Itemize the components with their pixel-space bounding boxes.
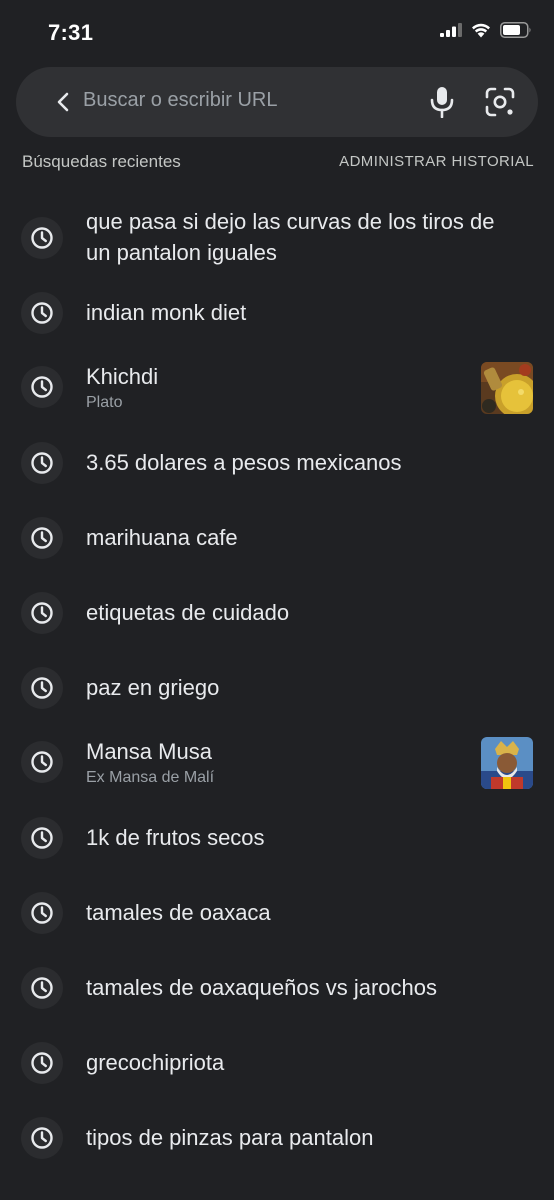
history-item[interactable]: 1k de frutos secos (0, 807, 554, 869)
clock-icon (31, 302, 53, 324)
history-item-subtitle: Ex Mansa de Malí (86, 769, 215, 786)
clock-icon (31, 1127, 53, 1149)
history-item-line2: un pantalon iguales (86, 240, 277, 265)
clock-icon (31, 376, 53, 398)
clock-icon (31, 827, 53, 849)
history-item[interactable]: etiquetas de cuidado (0, 582, 554, 644)
history-item[interactable]: paz en griego (0, 657, 554, 719)
search-input[interactable]: Buscar o escribir URL (83, 89, 278, 112)
wifi-icon (472, 23, 490, 37)
history-item-subtitle: Plato (86, 394, 123, 411)
clock-icon-container (21, 217, 63, 259)
section-title: Búsquedas recientes (22, 152, 181, 171)
history-item-title: indian monk diet (86, 300, 247, 325)
history-item-title: marihuana cafe (86, 525, 238, 550)
history-item[interactable]: indian monk diet (0, 282, 554, 344)
history-item-line1: que pasa si dejo las curvas de los tiros… (86, 209, 495, 234)
history-item[interactable]: que pasa si dejo las curvas de los tiros… (0, 196, 554, 282)
manage-history-link[interactable]: ADMINISTRAR HISTORIAL (339, 153, 534, 170)
back-arrow-icon (57, 92, 69, 112)
search-bar[interactable]: Buscar o escribir URL (16, 67, 538, 137)
status-icons (440, 22, 532, 38)
clock-icon (31, 527, 53, 549)
history-item-title: 3.65 dolares a pesos mexicanos (86, 450, 402, 475)
clock-icon-container (21, 817, 63, 859)
clock-icon-container (21, 442, 63, 484)
battery-icon (500, 22, 531, 38)
history-item[interactable]: tamales de oaxaca (0, 882, 554, 944)
history-item[interactable]: marihuana cafe (0, 507, 554, 569)
history-item[interactable]: 3.65 dolares a pesos mexicanos (0, 432, 554, 494)
clock-icon (31, 227, 53, 249)
clock-icon-container (21, 741, 63, 783)
clock-icon (31, 977, 53, 999)
clock-icon (31, 677, 53, 699)
history-item-title: tamales de oaxaqueños vs jarochos (86, 975, 437, 1000)
clock-icon-container (21, 667, 63, 709)
clock-icon-container (21, 517, 63, 559)
back-button[interactable] (48, 86, 80, 118)
clock-icon (31, 602, 53, 624)
history-item[interactable]: grecochipriota (0, 1032, 554, 1094)
clock-icon-container (21, 967, 63, 1009)
clock-icon (31, 452, 53, 474)
history-item-title: tamales de oaxaca (86, 900, 271, 925)
history-item-title: etiquetas de cuidado (86, 600, 290, 625)
history-item-title: paz en griego (86, 675, 220, 700)
history-item-title: tipos de pinzas para pantalon (86, 1125, 374, 1150)
clock-icon-container (21, 292, 63, 334)
history-item[interactable]: tamales de oaxaqueños vs jarochos (0, 957, 554, 1019)
clock-icon (31, 902, 53, 924)
status-time: 7:31 (48, 20, 94, 45)
history-item[interactable]: tipos de pinzas para pantalon (0, 1107, 554, 1169)
history-item-title: grecochipriota (86, 1050, 225, 1075)
clock-icon (31, 1052, 53, 1074)
history-item-title: Khichdi (86, 364, 159, 389)
history-item[interactable]: Khichdi Plato (0, 354, 554, 424)
cellular-signal-icon (440, 23, 462, 37)
clock-icon-container (21, 1042, 63, 1084)
clock-icon-container (21, 366, 63, 408)
microphone-icon (430, 87, 454, 118)
clock-icon-container (21, 592, 63, 634)
recent-searches-header: Búsquedas recientes ADMINISTRAR HISTORIA… (22, 150, 534, 176)
history-item[interactable]: Mansa Musa Ex Mansa de Malí (0, 729, 554, 799)
voice-search-button[interactable] (424, 84, 460, 120)
history-item-title: 1k de frutos secos (86, 825, 265, 850)
camera-search-icon (485, 87, 515, 117)
clock-icon (31, 751, 53, 773)
khichdi-thumbnail (481, 362, 533, 414)
clock-icon-container (21, 892, 63, 934)
lens-search-button[interactable] (482, 84, 518, 120)
status-bar: 7:31 (0, 0, 554, 66)
clock-icon-container (21, 1117, 63, 1159)
history-item-title: Mansa Musa (86, 739, 212, 764)
mansa-musa-thumbnail (481, 737, 533, 789)
